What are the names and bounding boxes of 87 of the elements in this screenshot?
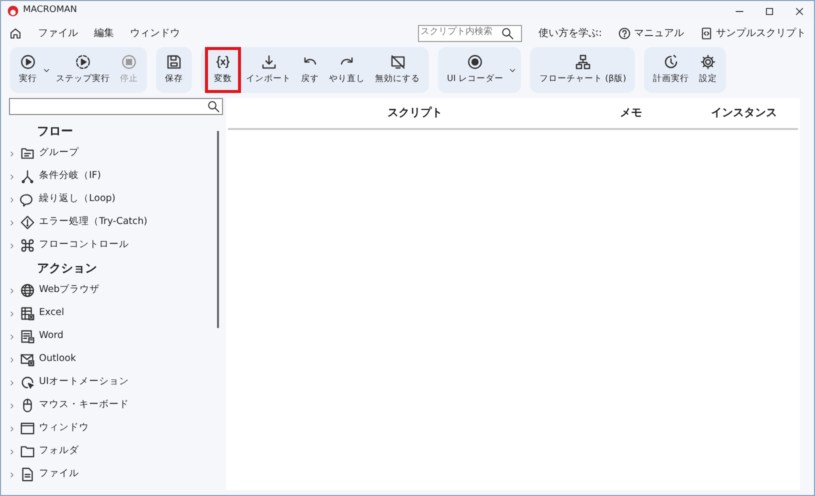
- globe-icon: [20, 283, 35, 298]
- chevron-icon: [8, 378, 16, 386]
- tree-item[interactable]: Webブラウザ: [1, 279, 223, 302]
- tree-item[interactable]: マウス・キーボード: [1, 394, 223, 417]
- search-icon: [207, 100, 220, 113]
- chevron-icon: [8, 172, 16, 180]
- chevron-icon: [8, 242, 16, 250]
- tree-item[interactable]: グループ: [1, 142, 223, 165]
- chevron-icon: [8, 470, 16, 478]
- tree-item[interactable]: ウィンドウ: [1, 417, 223, 440]
- chevron-icon: [8, 286, 16, 294]
- chevron-icon: [8, 310, 16, 318]
- tree-item[interactable]: ファイル: [1, 463, 223, 486]
- stop-icon: [121, 54, 137, 70]
- toolbar-button[interactable]: 設定: [694, 47, 722, 93]
- logo-icon: [7, 5, 19, 17]
- step-icon: [75, 54, 91, 70]
- section-heading: アクション: [36, 260, 98, 277]
- branch-icon: [20, 169, 35, 184]
- maximize-icon[interactable]: [764, 6, 774, 16]
- document-icon: [20, 329, 35, 344]
- cursor-circle-icon: [20, 375, 35, 390]
- tree-item[interactable]: UIオートメーション: [1, 371, 223, 394]
- gear-icon: [700, 54, 716, 70]
- command-icon: [20, 238, 35, 253]
- group-icon: [20, 146, 35, 161]
- clock-icon: [663, 54, 680, 70]
- tree-item[interactable]: フローコントロール: [1, 234, 223, 257]
- section-heading: フロー: [36, 123, 74, 140]
- close-icon[interactable]: [794, 6, 804, 16]
- record-icon: [467, 54, 484, 70]
- toolbar-button[interactable]: 無効にする: [370, 47, 425, 93]
- flowchart-icon: [574, 54, 591, 70]
- toolbar-button[interactable]: 変数: [205, 47, 241, 93]
- window-icon: [20, 421, 35, 436]
- sample-script-icon: [700, 26, 713, 40]
- menu-item[interactable]: ウィンドウ: [130, 26, 180, 40]
- variable-icon: [215, 54, 231, 70]
- link[interactable]: サンプルスクリプト: [716, 26, 806, 40]
- chevron-icon: [8, 150, 16, 158]
- search-field[interactable]: [9, 98, 223, 115]
- download-icon: [260, 54, 276, 70]
- file-icon: [20, 467, 35, 482]
- tree-item[interactable]: Outlook: [1, 348, 223, 371]
- toolbar-button[interactable]: ステップ実行: [51, 47, 115, 93]
- disabled-screen-icon: [390, 54, 406, 70]
- chevron-icon: [8, 448, 16, 456]
- column-header: メモ: [619, 104, 643, 121]
- toolbar-button[interactable]: 戻す: [296, 47, 324, 93]
- menu-item[interactable]: 編集: [94, 26, 114, 40]
- scrollbar-thumb[interactable]: [217, 131, 219, 328]
- chevron-icon: [8, 356, 16, 364]
- menu-item[interactable]: ファイル: [38, 26, 78, 40]
- help-icon: [618, 26, 631, 40]
- window-title: MACROMAN: [23, 4, 78, 18]
- folder-icon: [20, 444, 35, 459]
- mail-icon: [20, 352, 35, 367]
- warning-diamond-icon: [20, 215, 35, 230]
- toolbar-button[interactable]: 実行: [14, 47, 42, 93]
- mouse-icon: [20, 398, 35, 413]
- toolbar-button[interactable]: 計画実行: [648, 47, 694, 93]
- toolbar-button[interactable]: インポート: [241, 47, 296, 93]
- help-label: 使い方を学ぶ:: [538, 26, 602, 40]
- link[interactable]: マニュアル: [634, 26, 684, 40]
- save-icon: [166, 54, 182, 70]
- toolbar-button[interactable]: フローチャート (β版): [534, 47, 632, 93]
- chevron-icon: [8, 332, 16, 340]
- chevron-icon: [8, 424, 16, 432]
- toolbar-button[interactable]: やり直し: [324, 47, 370, 93]
- tree-item[interactable]: Word: [1, 325, 223, 348]
- tree-item[interactable]: 条件分岐（IF): [1, 165, 223, 188]
- tree-item[interactable]: 繰り返し（Loop): [1, 188, 223, 211]
- spreadsheet-icon: [20, 306, 35, 321]
- search-field[interactable]: スクリプト内検索: [418, 24, 522, 42]
- search-icon: [500, 26, 514, 40]
- tree-item[interactable]: エラー処理（Try-Catch): [1, 211, 223, 234]
- chevron-icon: [8, 196, 16, 204]
- toolbar-button[interactable]: 保存: [160, 47, 188, 93]
- tree-item[interactable]: フォルダ: [1, 440, 223, 463]
- chevron-icon: [8, 402, 16, 410]
- home-icon[interactable]: [9, 26, 22, 40]
- play-icon: [20, 54, 36, 70]
- tree-item[interactable]: Excel: [1, 302, 223, 325]
- toolbar-button[interactable]: UI レコーダー: [442, 47, 508, 93]
- chevron-icon: [8, 218, 16, 226]
- column-header: インスタンス: [710, 104, 778, 121]
- column-header: スクリプト: [386, 104, 444, 121]
